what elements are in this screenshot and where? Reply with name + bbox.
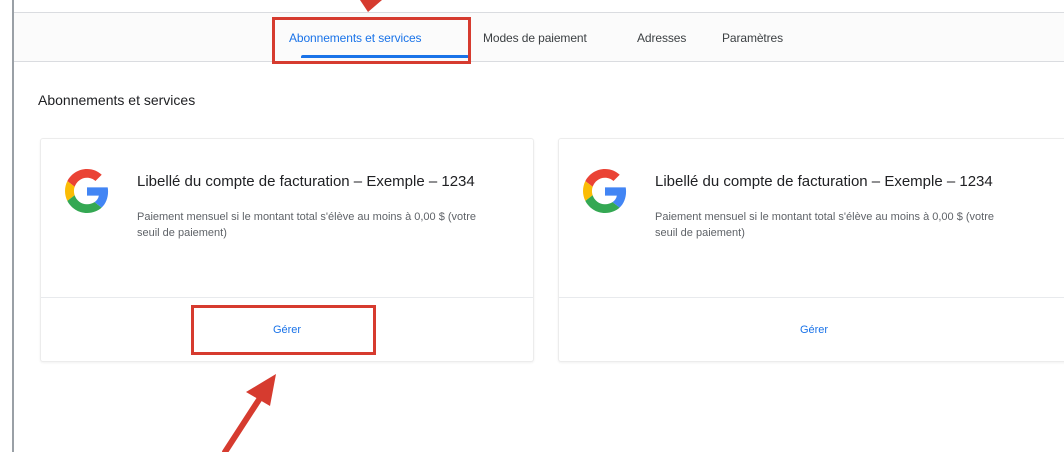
- manage-button[interactable]: Gérer: [41, 324, 533, 336]
- tab-settings[interactable]: Paramètres: [722, 31, 783, 45]
- tab-addresses[interactable]: Adresses: [637, 31, 686, 45]
- section-title: Abonnements et services: [38, 92, 196, 108]
- tab-payment-methods[interactable]: Modes de paiement: [483, 31, 587, 45]
- billing-page: Abonnements et services Modes de paiemen…: [12, 0, 1064, 452]
- tab-bar: Abonnements et services Modes de paiemen…: [14, 12, 1064, 62]
- google-g-icon: [583, 169, 627, 213]
- billing-account-title: Libellé du compte de facturation – Exemp…: [655, 173, 993, 190]
- billing-account-card: Libellé du compte de facturation – Exemp…: [558, 138, 1064, 362]
- manage-button[interactable]: Gérer: [559, 324, 1064, 336]
- billing-account-description: Paiement mensuel si le montant total s'é…: [137, 211, 477, 239]
- billing-account-title: Libellé du compte de facturation – Exemp…: [137, 173, 475, 190]
- tab-subscriptions-services[interactable]: Abonnements et services: [289, 31, 422, 45]
- billing-account-description: Paiement mensuel si le montant total s'é…: [655, 211, 995, 239]
- active-tab-indicator: [301, 55, 469, 58]
- card-divider: [41, 297, 533, 298]
- card-divider: [559, 297, 1064, 298]
- google-g-icon: [65, 169, 109, 213]
- billing-account-card: Libellé du compte de facturation – Exemp…: [40, 138, 534, 362]
